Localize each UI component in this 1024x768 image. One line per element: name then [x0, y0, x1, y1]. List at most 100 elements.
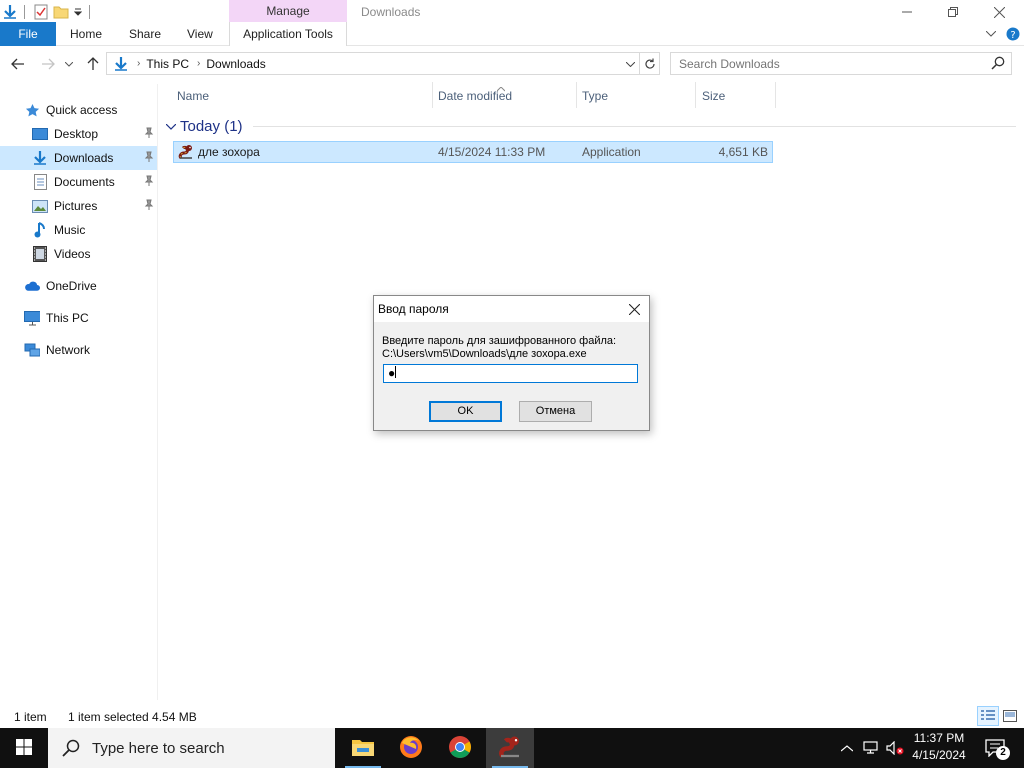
breadcrumb-separator-icon[interactable]: ›	[197, 58, 200, 69]
column-header-size[interactable]: Size	[702, 84, 725, 108]
sidebar-item-desktop[interactable]: Desktop	[0, 122, 158, 146]
taskbar-search-text: Type here to search	[92, 739, 225, 757]
help-icon[interactable]: ?	[1002, 27, 1024, 41]
sidebar-item-quick-access[interactable]: Quick access	[0, 98, 158, 122]
back-button[interactable]	[8, 54, 28, 74]
cancel-button[interactable]: Отмена	[519, 401, 592, 422]
taskbar-clock[interactable]: 11:37 PM 4/15/2024	[906, 730, 972, 764]
collapse-chevron-icon[interactable]	[165, 119, 177, 133]
file-name: дле зохора	[198, 145, 260, 159]
file-row[interactable]: дле зохора 4/15/2024 11:33 PM Applicatio…	[173, 141, 773, 163]
search-icon	[62, 739, 80, 757]
action-center-button[interactable]: 2	[978, 728, 1012, 768]
network-status-icon[interactable]	[860, 728, 882, 768]
pane-divider[interactable]	[157, 84, 158, 700]
up-button[interactable]	[83, 54, 103, 74]
taskbar-firefox[interactable]	[387, 728, 435, 768]
search-box[interactable]	[670, 52, 1012, 75]
tab-application-tools[interactable]: Application Tools	[229, 22, 347, 46]
address-bar[interactable]: › This PC › Downloads	[106, 52, 660, 75]
clock-date: 4/15/2024	[912, 748, 966, 762]
ok-button[interactable]: OK	[429, 401, 502, 422]
sidebar-item-documents[interactable]: Documents	[0, 170, 158, 194]
show-hidden-icons-chevron-icon[interactable]	[836, 728, 858, 768]
search-icon[interactable]	[991, 56, 1005, 73]
download-folder-icon	[111, 56, 131, 72]
toolbar-separator	[24, 5, 25, 19]
properties-icon[interactable]	[31, 2, 51, 22]
sidebar-item-videos[interactable]: Videos	[0, 242, 158, 266]
file-date: 4/15/2024 11:33 PM	[438, 145, 546, 159]
column-divider[interactable]	[775, 82, 776, 108]
forward-button[interactable]	[38, 54, 58, 74]
breadcrumb-downloads[interactable]: Downloads	[206, 57, 265, 71]
status-item-count: 1 item	[14, 710, 47, 724]
column-header-type[interactable]: Type	[582, 84, 608, 108]
sidebar-item-this-pc[interactable]: This PC	[0, 306, 158, 330]
sidebar-item-pictures[interactable]: Pictures	[0, 194, 158, 218]
restore-button[interactable]	[930, 0, 976, 24]
file-size: 4,651 KB	[718, 145, 768, 159]
breadcrumb-separator-icon[interactable]: ›	[137, 58, 140, 69]
star-icon	[24, 102, 40, 118]
download-arrow-icon[interactable]	[0, 2, 20, 22]
ribbon-controls: ?	[980, 22, 1024, 46]
sidebar-item-label: This PC	[46, 311, 89, 325]
column-header-name[interactable]: Name	[177, 84, 209, 108]
quick-access-toolbar	[0, 0, 96, 24]
large-icons-view-button[interactable]	[999, 706, 1021, 726]
refresh-button[interactable]	[639, 53, 659, 74]
pin-icon[interactable]	[144, 127, 154, 142]
sidebar-item-downloads[interactable]: Downloads	[0, 146, 158, 170]
details-view-button[interactable]	[977, 706, 999, 726]
music-icon	[32, 222, 48, 238]
windows-logo-icon	[16, 738, 32, 758]
taskbar-search-box[interactable]: Type here to search	[48, 728, 335, 768]
toolbar-separator	[89, 5, 90, 19]
breadcrumb-this-pc[interactable]: This PC	[146, 57, 189, 71]
taskbar-chrome[interactable]	[436, 728, 484, 768]
new-folder-icon[interactable]	[51, 2, 71, 22]
group-header-today[interactable]: Today (1)	[165, 116, 1016, 136]
customize-toolbar-chevron-icon[interactable]	[71, 2, 85, 22]
address-history-chevron-icon[interactable]	[623, 56, 637, 72]
tab-home[interactable]: Home	[70, 22, 102, 46]
video-icon	[32, 246, 48, 262]
pin-icon[interactable]	[144, 175, 154, 190]
pin-icon[interactable]	[144, 151, 154, 166]
start-button[interactable]	[0, 728, 48, 768]
group-divider	[252, 125, 1016, 127]
tab-view[interactable]: View	[187, 22, 213, 46]
title-bar: Manage Downloads	[0, 0, 1024, 24]
password-input[interactable]: ●	[383, 364, 638, 383]
sidebar-item-onedrive[interactable]: OneDrive	[0, 274, 158, 298]
tab-file[interactable]: File	[0, 22, 56, 46]
column-divider[interactable]	[695, 82, 696, 108]
volume-muted-icon[interactable]	[884, 728, 906, 768]
tab-share[interactable]: Share	[129, 22, 161, 46]
column-divider[interactable]	[576, 82, 577, 108]
dialog-title-bar[interactable]: Ввод пароля	[374, 296, 649, 322]
sidebar-item-label: OneDrive	[46, 279, 97, 293]
sidebar-item-music[interactable]: Music	[0, 218, 158, 242]
dialog-prompt-path: C:\Users\vm5\Downloads\дле зохора.exe	[382, 348, 587, 360]
picture-icon	[32, 198, 48, 214]
recent-locations-chevron-icon[interactable]	[62, 54, 76, 74]
close-button[interactable]	[976, 0, 1022, 24]
password-mask: ●	[388, 366, 396, 380]
firefox-icon	[399, 735, 423, 762]
sidebar-item-label: Downloads	[54, 151, 114, 165]
document-icon	[32, 174, 48, 190]
taskbar-snake-app[interactable]	[486, 728, 534, 768]
manage-contextual-tab[interactable]: Manage	[229, 0, 347, 22]
taskbar-file-explorer[interactable]	[339, 728, 387, 768]
pin-icon[interactable]	[144, 199, 154, 214]
sidebar-item-network[interactable]: Network	[0, 338, 158, 362]
chrome-icon	[448, 735, 472, 762]
column-divider[interactable]	[432, 82, 433, 108]
desktop-icon	[32, 126, 48, 142]
minimize-button[interactable]	[884, 0, 930, 24]
expand-ribbon-chevron-icon[interactable]	[980, 31, 1002, 37]
search-input[interactable]	[671, 53, 981, 74]
dialog-close-button[interactable]	[621, 298, 647, 320]
